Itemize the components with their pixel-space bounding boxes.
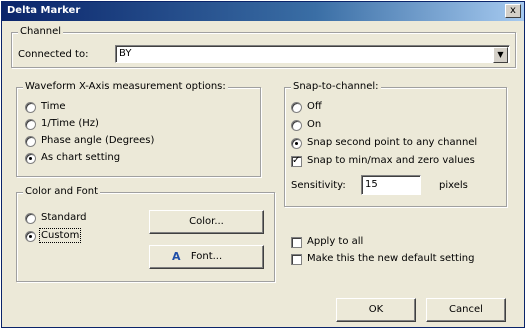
checkbox-apply-all-label: Apply to all <box>307 236 364 247</box>
radio-as-chart-setting[interactable] <box>25 153 36 164</box>
radio-as-chart-setting-label: As chart setting <box>41 152 121 163</box>
radio-standard-label: Standard <box>41 212 87 223</box>
radio-time-label: Time <box>41 101 66 112</box>
channel-select[interactable]: BY ▼ <box>115 45 510 63</box>
radio-frequency-label: 1/Time (Hz) <box>41 118 99 129</box>
radio-standard[interactable] <box>25 213 36 224</box>
radio-time[interactable] <box>25 102 36 113</box>
sensitivity-input[interactable]: 15 <box>361 175 421 195</box>
radio-snap-any-channel[interactable] <box>291 138 302 149</box>
color-button-label: Color... <box>189 216 224 227</box>
cancel-button-label: Cancel <box>449 304 483 315</box>
checkmark-icon: ✓ <box>292 155 301 166</box>
checkbox-apply-all[interactable] <box>291 237 302 248</box>
close-icon: x <box>510 5 516 16</box>
waveform-xaxis-group: Waveform X-Axis measurement options: Tim… <box>16 81 261 177</box>
radio-custom[interactable] <box>25 231 36 242</box>
delta-marker-dialog: Delta Marker x Channel Connected to: BY … <box>1 1 525 328</box>
radio-snap-any-channel-label: Snap second point to any channel <box>307 137 478 148</box>
ok-button-label: OK <box>368 304 384 315</box>
sensitivity-value: 15 <box>365 179 378 190</box>
radio-frequency[interactable] <box>25 119 36 130</box>
font-icon: A <box>172 250 181 263</box>
waveform-group-label: Waveform X-Axis measurement options: <box>23 81 228 92</box>
radio-snap-off-label: Off <box>307 101 322 112</box>
font-button[interactable]: A Font... <box>149 245 264 269</box>
ok-button[interactable]: OK <box>336 298 416 322</box>
channel-group: Channel Connected to: BY ▼ <box>11 26 516 68</box>
channel-select-value: BY <box>119 48 132 59</box>
checkbox-snap-minmax[interactable]: ✓ <box>291 155 302 167</box>
color-font-group: Color and Font Standard Custom Color... … <box>16 186 275 282</box>
chevron-down-icon[interactable]: ▼ <box>493 47 508 63</box>
radio-snap-on[interactable] <box>291 120 302 131</box>
radio-custom-label: Custom <box>38 228 82 243</box>
close-button[interactable]: x <box>505 4 521 18</box>
radio-snap-off[interactable] <box>291 102 302 113</box>
radio-phase-angle-label: Phase angle (Degrees) <box>41 135 155 146</box>
channel-group-label: Channel <box>18 26 64 37</box>
radio-phase-angle[interactable] <box>25 136 36 147</box>
dialog-title: Delta Marker <box>7 5 81 16</box>
checkbox-snap-minmax-label: Snap to min/max and zero values <box>307 155 475 166</box>
snap-to-channel-group: Snap-to-channel: Off On Snap second poin… <box>284 81 507 207</box>
font-button-label: Font... <box>190 251 223 262</box>
color-button[interactable]: Color... <box>149 210 264 234</box>
checkbox-make-default-label: Make this the new default setting <box>307 253 475 264</box>
cancel-button[interactable]: Cancel <box>426 298 506 322</box>
color-font-group-label: Color and Font <box>23 186 101 197</box>
sensitivity-label: Sensitivity: <box>291 180 346 191</box>
pixels-unit-label: pixels <box>439 180 468 191</box>
title-bar: Delta Marker x <box>2 2 524 21</box>
checkbox-make-default[interactable] <box>291 254 302 265</box>
connected-to-label: Connected to: <box>18 49 89 60</box>
radio-snap-on-label: On <box>307 119 322 130</box>
snap-group-label: Snap-to-channel: <box>291 81 381 92</box>
